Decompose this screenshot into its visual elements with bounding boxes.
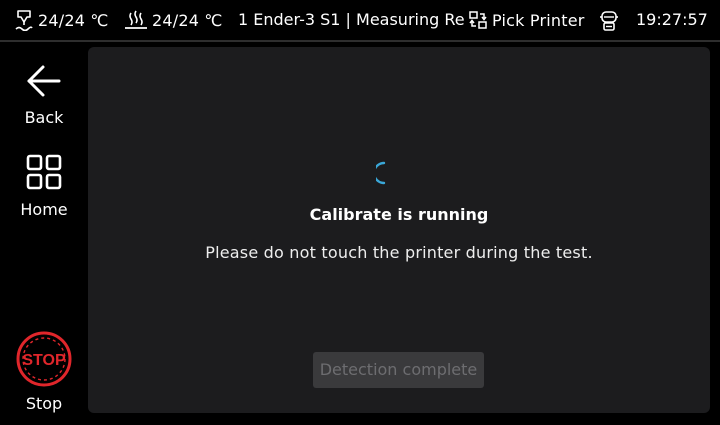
nozzle-temperature-value: 24/24 ℃ [38, 10, 109, 30]
stop-button[interactable]: STOP Stop [0, 330, 88, 413]
back-button[interactable]: Back [0, 64, 88, 127]
svg-text:STOP: STOP [22, 352, 66, 369]
pick-printer-label: Pick Printer [492, 10, 585, 30]
nozzle-temperature-icon [14, 9, 34, 31]
arrow-left-icon [26, 64, 62, 102]
stop-icon: STOP [15, 330, 73, 392]
bed-heat-icon [124, 9, 148, 31]
pick-printer-button[interactable]: Pick Printer [468, 0, 585, 40]
home-button[interactable]: Home [0, 154, 88, 219]
robot-status[interactable] [597, 0, 621, 40]
home-label: Home [20, 200, 68, 219]
back-label: Back [24, 108, 64, 127]
grid-icon [26, 154, 62, 194]
calibration-panel: Calibrate is running Please do not touch… [88, 47, 710, 413]
status-bar: 24/24 ℃ 24/24 ℃ 1 Ender-3 S1 | Measuring… [0, 0, 720, 40]
screen: 24/24 ℃ 24/24 ℃ 1 Ender-3 S1 | Measuring… [0, 0, 720, 425]
bed-temperature[interactable]: 24/24 ℃ [124, 0, 223, 40]
loading-spinner-icon [372, 159, 404, 187]
printer-name: 1 Ender-3 S1 | Measuring Re [238, 10, 464, 29]
detection-complete-button[interactable]: Detection complete [313, 352, 484, 388]
status-bar-divider [0, 40, 720, 42]
calibration-title: Calibrate is running [309, 205, 489, 224]
bed-temperature-value: 24/24 ℃ [152, 10, 223, 30]
robot-icon [597, 8, 621, 32]
nozzle-temperature[interactable]: 24/24 ℃ [14, 0, 109, 40]
calibration-message: Please do not touch the printer during t… [205, 243, 593, 262]
stop-label: Stop [25, 394, 63, 413]
switch-printer-icon [468, 10, 488, 30]
clock: 19:27:57 [636, 10, 708, 29]
